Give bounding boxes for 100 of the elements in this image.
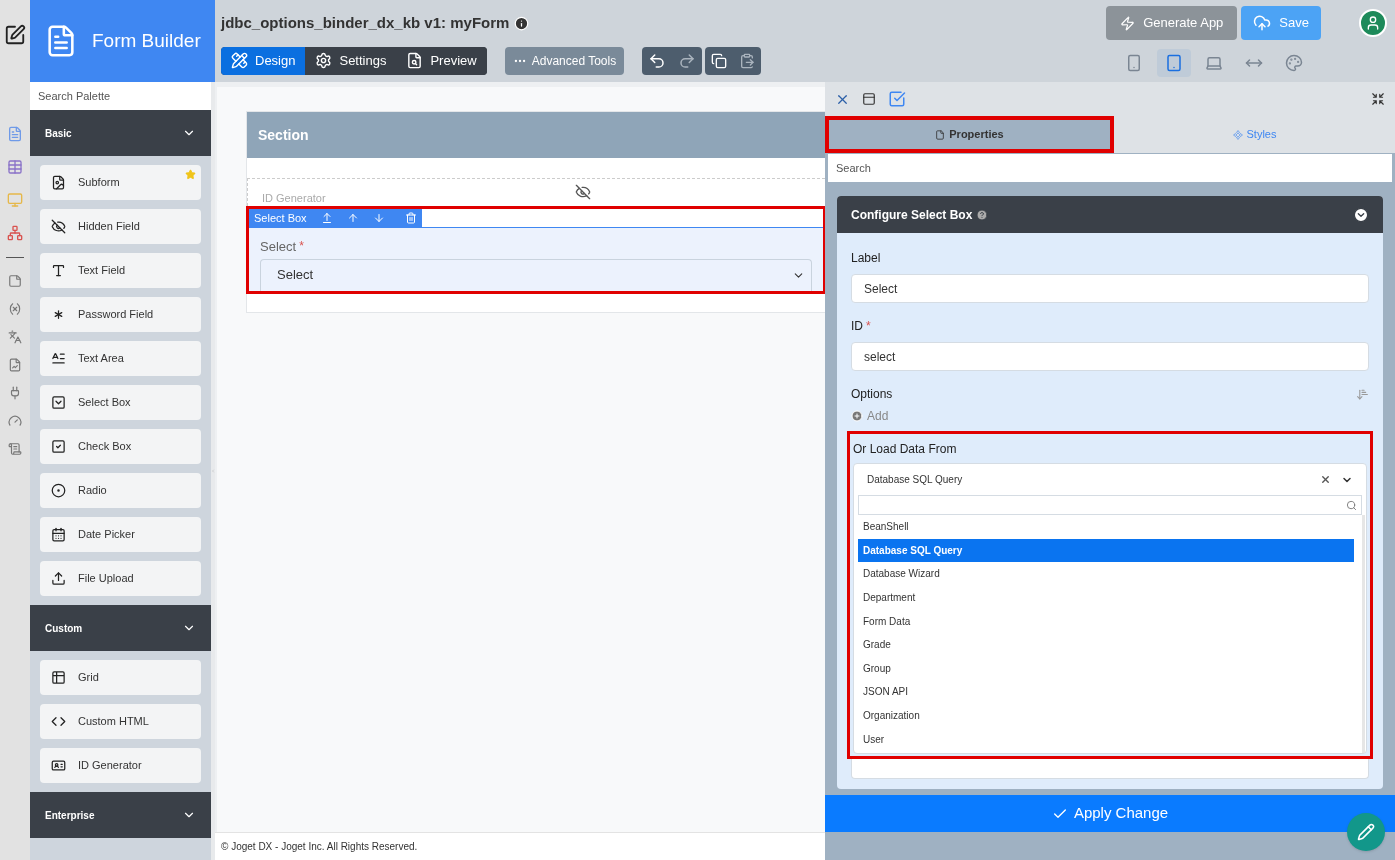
calendar-icon: [51, 527, 66, 542]
collapse-icon[interactable]: [1371, 92, 1385, 106]
form-title: jdbc_options_binder_dx_kb v1: myForm: [221, 13, 510, 33]
property-field[interactable]: select: [851, 342, 1369, 371]
file-icon[interactable]: [7, 126, 23, 142]
copy-icon[interactable]: [711, 52, 728, 69]
card-header[interactable]: Configure Select Box: [837, 196, 1383, 233]
palette-item[interactable]: Radio: [40, 473, 201, 508]
palette-item[interactable]: Grid: [40, 660, 201, 695]
table-icon[interactable]: [7, 159, 23, 175]
avatar[interactable]: [1359, 9, 1387, 37]
scroll-icon[interactable]: [8, 442, 22, 456]
grid-icon: [51, 670, 66, 685]
empty-field[interactable]: [851, 758, 1369, 779]
laptop-icon: [1205, 54, 1223, 72]
palette-group-header[interactable]: Custom: [30, 605, 211, 651]
dropdown-option[interactable]: Database SQL Query: [858, 538, 1354, 563]
dropdown-option[interactable]: Grade: [858, 632, 1354, 657]
hierarchy-icon[interactable]: [7, 225, 23, 241]
palette-item[interactable]: Check Box: [40, 429, 201, 464]
cloud-upload-icon: [1253, 14, 1272, 32]
palette-search-field[interactable]: Search Palette: [30, 82, 211, 110]
dropdown-square-icon: [51, 395, 66, 410]
arrow-down-icon[interactable]: [372, 212, 385, 224]
palette-item[interactable]: Password Field: [40, 297, 201, 332]
required-mark: *: [866, 318, 871, 335]
dropdown-option[interactable]: JSON API: [858, 680, 1354, 704]
property-label: Options: [851, 386, 893, 403]
translate-icon[interactable]: [8, 330, 22, 344]
hidden-element-label: ID Generator: [262, 190, 326, 206]
search-icon: [1346, 499, 1357, 511]
id-card-icon: [51, 758, 66, 773]
pencil-icon: [1357, 823, 1375, 841]
palette-item[interactable]: ID Generator: [40, 748, 201, 783]
note-icon[interactable]: [8, 274, 22, 288]
palette-group-header[interactable]: Enterprise: [30, 792, 211, 838]
info-icon[interactable]: [514, 15, 530, 31]
file-chart-icon[interactable]: [8, 358, 22, 372]
file-image-icon: [51, 175, 66, 190]
apply-change-button[interactable]: Apply Change: [825, 795, 1395, 832]
palette-item[interactable]: File Upload: [40, 561, 201, 596]
variable-icon[interactable]: [8, 302, 22, 316]
footer-bar: © Joget DX - Joget Inc. All Rights Reserved.: [215, 832, 825, 860]
eye-off-icon: [574, 184, 592, 200]
redo-icon[interactable]: [678, 51, 697, 70]
data-source-select[interactable]: Database SQL Query: [854, 464, 1366, 495]
palette-item[interactable]: Text Field: [40, 253, 201, 288]
sort-icon[interactable]: [1356, 387, 1369, 401]
palette-icon: [1285, 54, 1303, 72]
undo-icon[interactable]: [648, 51, 667, 70]
palette-group-header[interactable]: Basic: [30, 110, 211, 156]
chevron-circle-icon[interactable]: [1353, 206, 1369, 223]
property-field[interactable]: Select: [851, 274, 1369, 303]
clear-icon[interactable]: [1320, 474, 1331, 485]
dropdown-option[interactable]: Form Data: [858, 609, 1354, 633]
paste-icon[interactable]: [739, 52, 756, 69]
select-dropdown[interactable]: Select: [260, 258, 812, 291]
palette-item[interactable]: Date Picker: [40, 517, 201, 552]
palette-item[interactable]: Text Area: [40, 341, 201, 376]
property-search-field[interactable]: Search: [828, 154, 1392, 182]
edit-icon[interactable]: [4, 24, 26, 46]
style-icon: [1232, 129, 1243, 140]
file-search-icon: [406, 52, 424, 69]
gauge-icon[interactable]: [8, 414, 22, 428]
tablet-icon: [1165, 54, 1183, 72]
move-top-icon[interactable]: [320, 212, 333, 224]
advanced-tools-button[interactable]: Advanced Tools: [504, 46, 625, 75]
dropdown-option[interactable]: Database Wizard: [858, 562, 1354, 586]
user-icon: [1365, 15, 1381, 31]
panel-icon[interactable]: [862, 92, 876, 106]
dropdown-option[interactable]: Department: [858, 585, 1354, 610]
property-label: Label: [851, 250, 881, 267]
arrow-up-icon[interactable]: [346, 212, 359, 224]
dropdown-option[interactable]: BeanShell: [858, 515, 1354, 539]
dropdown-option[interactable]: User: [858, 727, 1354, 751]
plug-icon[interactable]: [8, 386, 22, 400]
property-label: ID: [851, 318, 863, 335]
code-icon: [51, 714, 66, 729]
dropdown-option[interactable]: Group: [858, 656, 1354, 681]
pencil-ruler-icon: [231, 52, 248, 69]
palette-item[interactable]: Subform: [40, 165, 201, 200]
dropdown-search-field[interactable]: [858, 495, 1362, 515]
help-icon[interactable]: [976, 208, 989, 221]
text-type-icon: [51, 263, 66, 278]
panel-tab[interactable]: Properties: [825, 116, 1114, 153]
device-view-button[interactable]: [1157, 49, 1191, 77]
field-label: Select: [260, 238, 297, 256]
text-lines-icon: [51, 351, 66, 366]
palette-item[interactable]: Select Box: [40, 385, 201, 420]
delete-icon[interactable]: [404, 212, 417, 224]
palette-item[interactable]: Custom HTML: [40, 704, 201, 739]
dropdown-option[interactable]: Organization: [858, 703, 1354, 728]
mode-tab[interactable]: Design: [221, 46, 306, 75]
file-icon: [935, 129, 946, 140]
selected-element[interactable]: Select Box Select * Select: [246, 206, 825, 294]
radio-icon: [51, 483, 66, 498]
edit-fab[interactable]: [1347, 813, 1385, 851]
lightning-icon: [1120, 15, 1136, 31]
checkbox-icon[interactable]: [888, 90, 906, 108]
palette-item[interactable]: Hidden Field: [40, 209, 201, 244]
